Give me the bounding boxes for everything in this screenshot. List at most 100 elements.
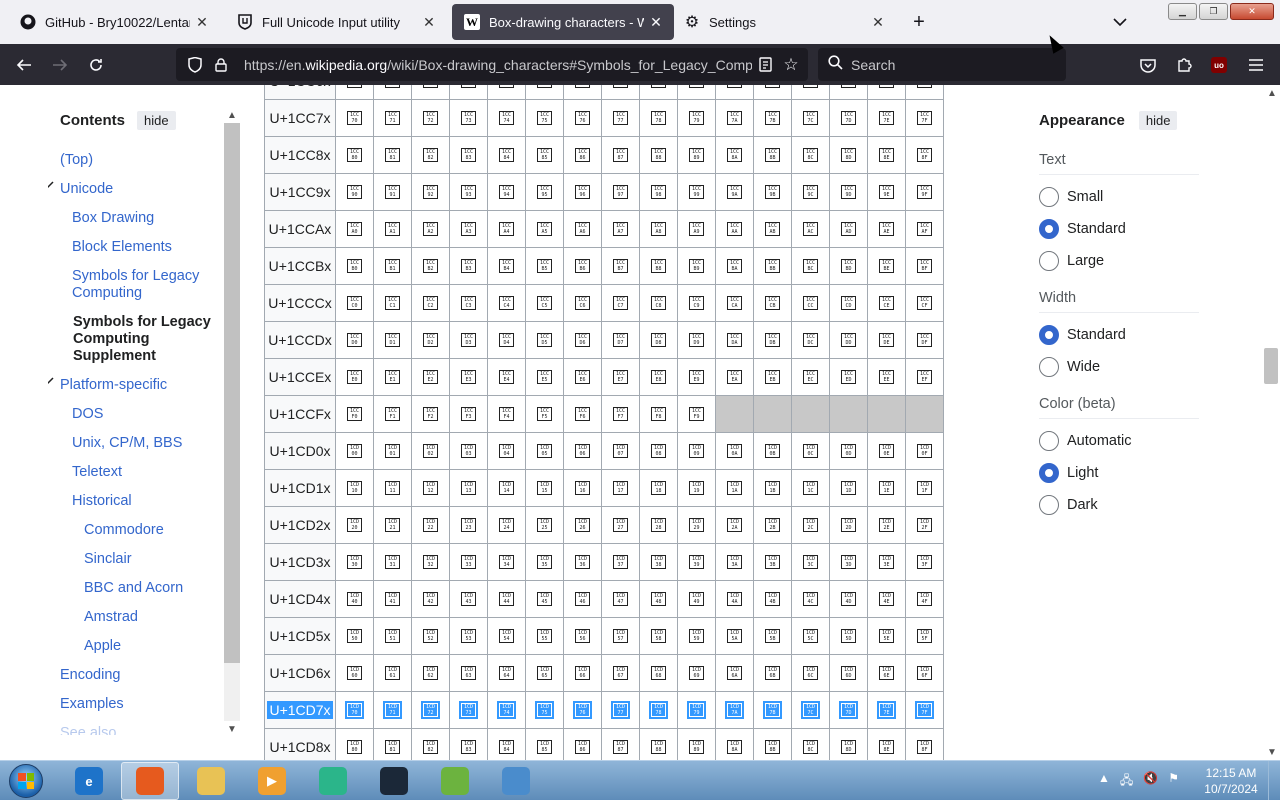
character-cell[interactable]: 1CC A8	[639, 210, 678, 248]
toc-item-top[interactable]: (Top)	[60, 152, 220, 169]
tab-github[interactable]: GitHub - Bry10022/Lentariso: Th ✕	[8, 4, 220, 40]
radio-button-checked[interactable]	[1039, 219, 1059, 239]
character-cell[interactable]: 1CD 26	[563, 506, 602, 544]
character-cell[interactable]: 1CC AC	[791, 210, 830, 248]
character-cell[interactable]: 1CD 10	[335, 469, 374, 507]
character-cell[interactable]: 1CD 03	[449, 432, 488, 470]
character-cell[interactable]: 1CD 7E	[867, 691, 906, 729]
character-cell[interactable]: 1CC 98	[639, 173, 678, 211]
character-cell[interactable]: 1CC B9	[677, 247, 716, 285]
radio-color-light[interactable]: Light	[1039, 463, 1098, 483]
character-cell[interactable]: 1CC CB	[753, 284, 792, 322]
character-cell[interactable]: 1CD 66	[563, 654, 602, 692]
scroll-thumb[interactable]	[1264, 348, 1278, 384]
character-cell[interactable]: 1CD 0C	[791, 432, 830, 470]
character-cell[interactable]: 1CD 27	[601, 506, 640, 544]
character-cell[interactable]: 1CD 5B	[753, 617, 792, 655]
character-cell[interactable]: 1CC DF	[905, 321, 944, 359]
toc-item-unix[interactable]: Unix, CP/M, BBS	[72, 435, 232, 452]
character-cell[interactable]: 1CC B3	[449, 247, 488, 285]
character-cell[interactable]: 1CC 83	[449, 136, 488, 174]
character-cell[interactable]: 1CC A5	[525, 210, 564, 248]
taskbar-app[interactable]	[487, 762, 545, 800]
scroll-thumb[interactable]	[224, 123, 240, 663]
character-cell[interactable]: 1CD 4F	[905, 580, 944, 618]
show-desktop-button[interactable]	[1268, 761, 1280, 800]
character-cell[interactable]: 1CC F4	[487, 395, 526, 433]
tracking-protection-shield-icon[interactable]	[184, 56, 206, 73]
character-cell[interactable]: 1CD 56	[563, 617, 602, 655]
character-cell[interactable]: 1CD 40	[335, 580, 374, 618]
character-cell[interactable]: 1CD 47	[601, 580, 640, 618]
character-cell[interactable]: 1CC 74	[487, 99, 526, 137]
toc-item-bbc-acorn[interactable]: BBC and Acorn	[84, 580, 240, 597]
character-cell[interactable]: 1CC 84	[487, 136, 526, 174]
character-cell[interactable]: 1CC 8F	[905, 136, 944, 174]
character-cell[interactable]: 1CD 7D	[829, 691, 868, 729]
toc-item-symbols-legacy[interactable]: Symbols for Legacy Computing	[72, 268, 212, 302]
character-cell[interactable]: 1CD 2F	[905, 506, 944, 544]
character-cell[interactable]: 1CC D2	[411, 321, 450, 359]
radio-button[interactable]	[1039, 357, 1059, 377]
character-cell[interactable]: 1CD 1C	[791, 469, 830, 507]
character-cell[interactable]: 1CC 72	[411, 99, 450, 137]
character-cell[interactable]: 1CC EB	[753, 358, 792, 396]
character-cell[interactable]: 1CD 07	[601, 432, 640, 470]
character-cell[interactable]: 1CD 3C	[791, 543, 830, 581]
character-cell[interactable]: 1CC E3	[449, 358, 488, 396]
character-cell[interactable]: 1CD 82	[411, 728, 450, 760]
character-cell[interactable]: 1CC6A	[715, 85, 754, 100]
tab-unicode-input[interactable]: Full Unicode Input utility ✕	[225, 4, 447, 40]
character-cell[interactable]: 1CC 94	[487, 173, 526, 211]
character-cell[interactable]: 1CD 5C	[791, 617, 830, 655]
character-cell[interactable]: 1CD 33	[449, 543, 488, 581]
character-cell[interactable]: 1CC C1	[373, 284, 412, 322]
character-cell[interactable]: 1CC E5	[525, 358, 564, 396]
character-cell[interactable]: 1CC 7D	[829, 99, 868, 137]
character-cell[interactable]: 1CD 41	[373, 580, 412, 618]
character-cell[interactable]: 1CD 31	[373, 543, 412, 581]
character-cell[interactable]: 1CD 8D	[829, 728, 868, 760]
character-cell[interactable]: 1CD 38	[639, 543, 678, 581]
toc-item-examples[interactable]: Examples	[60, 696, 220, 713]
character-cell[interactable]: 1CD 35	[525, 543, 564, 581]
character-cell[interactable]: 1CC64	[487, 85, 526, 100]
character-cell[interactable]: 1CC A2	[411, 210, 450, 248]
system-clock[interactable]: 12:15 AM 10/7/2024	[1196, 765, 1266, 797]
character-cell[interactable]: 1CD 2A	[715, 506, 754, 544]
character-cell[interactable]: 1CD 6C	[791, 654, 830, 692]
character-cell[interactable]: 1CD 87	[601, 728, 640, 760]
character-cell[interactable]: 1CD 37	[601, 543, 640, 581]
character-cell[interactable]: 1CC69	[677, 85, 716, 100]
toc-item-apple[interactable]: Apple	[84, 638, 240, 655]
character-cell[interactable]: 1CC E6	[563, 358, 602, 396]
character-cell[interactable]: 1CD 5A	[715, 617, 754, 655]
character-cell[interactable]: 1CC AA	[715, 210, 754, 248]
character-cell[interactable]: 1CC6D	[829, 85, 868, 100]
character-cell[interactable]: 1CD 76	[563, 691, 602, 729]
url-text[interactable]: https://en.wikipedia.org/wiki/Box-drawin…	[244, 57, 752, 73]
character-cell[interactable]: 1CC65	[525, 85, 564, 100]
character-cell[interactable]: 1CC6F	[905, 85, 944, 100]
character-cell[interactable]: 1CD 85	[525, 728, 564, 760]
character-cell[interactable]: 1CD 42	[411, 580, 450, 618]
taskbar-app[interactable]	[426, 762, 484, 800]
character-cell[interactable]: 1CD 6E	[867, 654, 906, 692]
character-cell[interactable]: 1CC 88	[639, 136, 678, 174]
character-cell[interactable]: 1CD 14	[487, 469, 526, 507]
character-cell[interactable]: 1CC B7	[601, 247, 640, 285]
character-cell[interactable]: 1CD 57	[601, 617, 640, 655]
character-cell[interactable]: 1CC D1	[373, 321, 412, 359]
character-cell[interactable]: 1CD 8C	[791, 728, 830, 760]
character-cell[interactable]: 1CD 2C	[791, 506, 830, 544]
character-cell[interactable]: 1CD 73	[449, 691, 488, 729]
taskbar-app[interactable]: ▶	[243, 762, 301, 800]
character-cell[interactable]: 1CC CF	[905, 284, 944, 322]
character-cell[interactable]: 1CC 8D	[829, 136, 868, 174]
character-cell[interactable]: 1CC 73	[449, 99, 488, 137]
character-cell[interactable]: 1CC E2	[411, 358, 450, 396]
chevron-down-icon[interactable]	[48, 181, 54, 192]
character-cell[interactable]: 1CC C9	[677, 284, 716, 322]
character-cell[interactable]: 1CC 80	[335, 136, 374, 174]
character-cell[interactable]: 1CD 22	[411, 506, 450, 544]
